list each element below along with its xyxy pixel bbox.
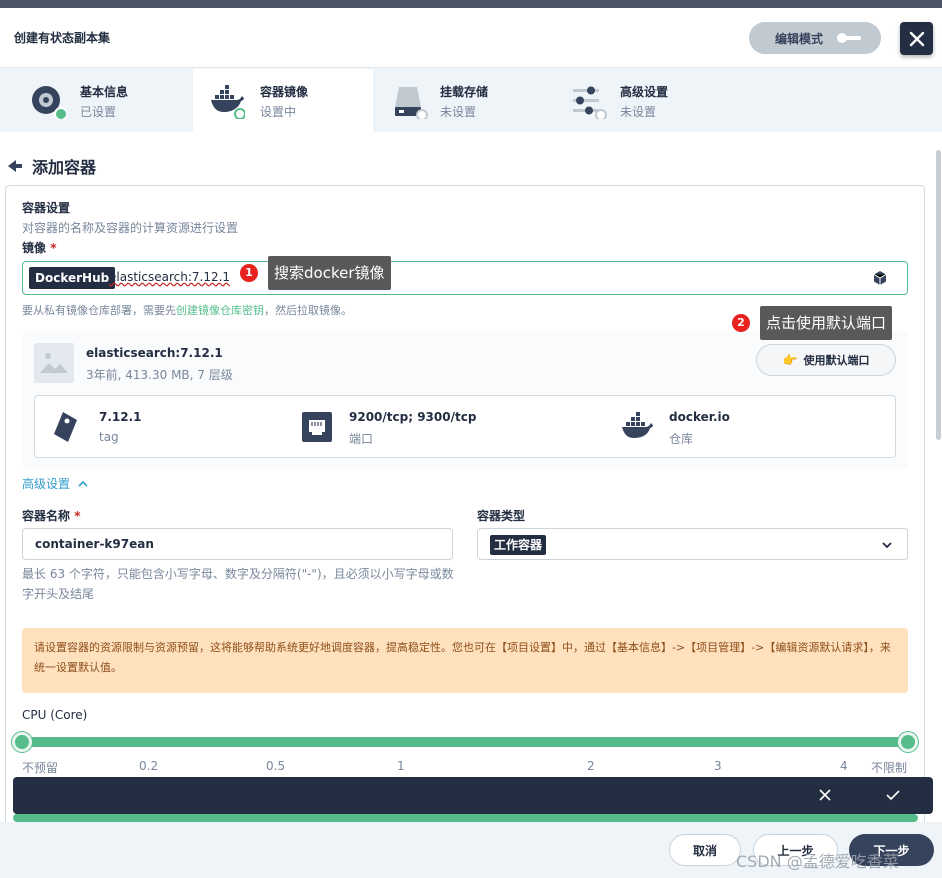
annotation-text: 点击使用默认端口: [760, 306, 893, 340]
container-type-value: 工作容器: [490, 535, 547, 555]
cpu-tick: 不限制: [871, 761, 908, 775]
image-placeholder-icon: [34, 343, 74, 383]
cpu-slider-track[interactable]: [22, 737, 908, 747]
step-basic-info[interactable]: 基本信息 已设置: [0, 69, 180, 132]
annotation-search-image: 1 搜索docker镜像: [240, 256, 391, 290]
scrollbar[interactable]: [936, 150, 941, 440]
container-name-input[interactable]: container-k97ean: [22, 528, 453, 560]
step-status: 未设置: [440, 105, 477, 119]
attr-value: 7.12.1: [99, 410, 142, 424]
cpu-label: CPU (Core): [22, 708, 88, 722]
back-arrow-icon: [8, 160, 22, 172]
step-status: 已设置: [80, 105, 117, 119]
image-label-text: 镜像: [22, 241, 47, 255]
container-name-rule: 最长 63 个字符，只能包含小写字母、数字及分隔符("-")，且必须以小写字母或…: [22, 567, 454, 601]
registry-selector[interactable]: DockerHub: [29, 267, 116, 289]
advanced-toggle-label: 高级设置: [22, 477, 71, 491]
cpu-tick: 2: [587, 759, 595, 773]
resource-warning: 请设置容器的资源限制与资源预留，这将能够帮助系统更好地调度容器，提高稳定性。您也…: [22, 628, 908, 693]
step-name: 挂载存储: [440, 85, 489, 99]
pointing-hand-icon: 👉: [782, 353, 798, 367]
container-name-label-text: 容器名称: [22, 509, 71, 523]
registry-hint: 要从私有镜像仓库部署，需要先创建镜像仓库密钥，然后拉取镜像。: [22, 302, 352, 318]
hint-text-end: ，然后拉取镜像。: [264, 304, 352, 317]
step-name: 基本信息: [80, 85, 129, 99]
chevron-up-icon: [78, 480, 88, 487]
top-strip: [0, 0, 942, 8]
annotation-default-port: 2 点击使用默认端口: [732, 306, 893, 340]
modal-header: 创建有状态副本集 编辑模式: [0, 8, 942, 68]
container-confirm-bar: [13, 777, 933, 814]
edit-mode-toggle[interactable]: 编辑模式: [749, 22, 881, 54]
back-button[interactable]: 添加容器: [8, 154, 96, 178]
create-secret-link[interactable]: 创建镜像仓库密钥: [176, 304, 264, 317]
step-container-image[interactable]: 容器镜像 设置中: [193, 69, 373, 132]
page-title: 添加容器: [32, 158, 97, 177]
annotation-number: 2: [732, 314, 750, 332]
sliders-icon: [573, 86, 607, 119]
required-mark: *: [50, 241, 57, 255]
section-title: 容器设置: [22, 201, 71, 215]
required-mark: *: [74, 509, 81, 523]
annotation-text: 搜索docker镜像: [268, 256, 391, 290]
cube-icon[interactable]: [873, 271, 887, 285]
attr-label: tag: [99, 430, 119, 444]
watermark: CSDN @孟德爱吃香菜: [736, 852, 899, 871]
close-icon: [909, 31, 924, 46]
section-desc: 对容器的名称及容器的计算资源进行设置: [22, 221, 239, 235]
disc-icon: [32, 86, 66, 119]
use-default-port-button[interactable]: 👉 使用默认端口: [756, 344, 896, 376]
attr-value: docker.io: [669, 410, 730, 424]
image-name: elasticsearch:7.12.1: [86, 346, 223, 360]
close-button[interactable]: [900, 22, 933, 55]
cpu-tick: 3: [714, 759, 722, 773]
cpu-tick: 0.2: [139, 759, 159, 773]
tag-icon: [54, 412, 77, 442]
cpu-slider-min-handle[interactable]: [12, 732, 32, 752]
modal-footer: 取消 上一步 下一步 CSDN @孟德爱吃香菜: [0, 822, 942, 878]
container-type-label: 容器类型: [477, 509, 526, 523]
step-name: 容器镜像: [260, 85, 309, 99]
image-label: 镜像 *: [22, 239, 56, 256]
image-meta: 3年前, 413.30 MB, 7 层级: [86, 368, 233, 382]
cpu-tick: 4: [840, 759, 848, 773]
step-tabs: 基本信息 已设置 容器镜像 设置中 挂载存储 未设置 高级设置 未设置: [0, 69, 942, 132]
docker-icon: [211, 85, 245, 119]
step-mount-storage[interactable]: 挂载存储 未设置: [373, 69, 553, 132]
step-status: 未设置: [620, 105, 657, 119]
cpu-tick: 1: [397, 759, 405, 773]
confirm-check-icon[interactable]: [886, 788, 900, 802]
container-name-label: 容器名称 *: [22, 507, 80, 524]
attr-label: 端口: [349, 432, 374, 446]
step-advanced-settings[interactable]: 高级设置 未设置: [553, 69, 733, 132]
cancel-close-icon[interactable]: [818, 788, 832, 802]
container-type-select[interactable]: 工作容器: [477, 528, 908, 560]
step-status: 设置中: [260, 105, 297, 119]
port-icon: [302, 412, 332, 442]
annotation-number: 1: [240, 264, 258, 282]
storage-icon: [395, 87, 428, 119]
docker-icon: [622, 412, 653, 438]
cpu-tick: 不预留: [22, 761, 59, 775]
use-default-port-label: 使用默认端口: [803, 354, 870, 367]
image-search-input[interactable]: DockerHub elasticsearch:7.12.1: [22, 261, 908, 295]
attr-value: 9200/tcp; 9300/tcp: [349, 410, 477, 424]
cancel-button[interactable]: 取消: [669, 834, 741, 866]
chevron-down-icon: [882, 542, 892, 549]
step-name: 高级设置: [620, 85, 669, 99]
advanced-settings-toggle[interactable]: 高级设置: [22, 475, 88, 492]
toggle-switch-icon: [837, 33, 861, 43]
edit-mode-label: 编辑模式: [775, 31, 824, 46]
image-attributes: 7.12.1 tag 9200/tcp; 9300/tcp 端口 docker.…: [34, 395, 896, 458]
hint-text: 要从私有镜像仓库部署，需要先: [22, 304, 176, 317]
cpu-tick: 0.5: [266, 759, 286, 773]
modal-title: 创建有状态副本集: [14, 31, 111, 45]
image-search-value: elasticsearch:7.12.1: [109, 270, 231, 284]
attr-label: 仓库: [669, 432, 694, 446]
image-info-card: elasticsearch:7.12.1 3年前, 413.30 MB, 7 层…: [22, 331, 908, 469]
cpu-slider-max-handle[interactable]: [898, 732, 918, 752]
